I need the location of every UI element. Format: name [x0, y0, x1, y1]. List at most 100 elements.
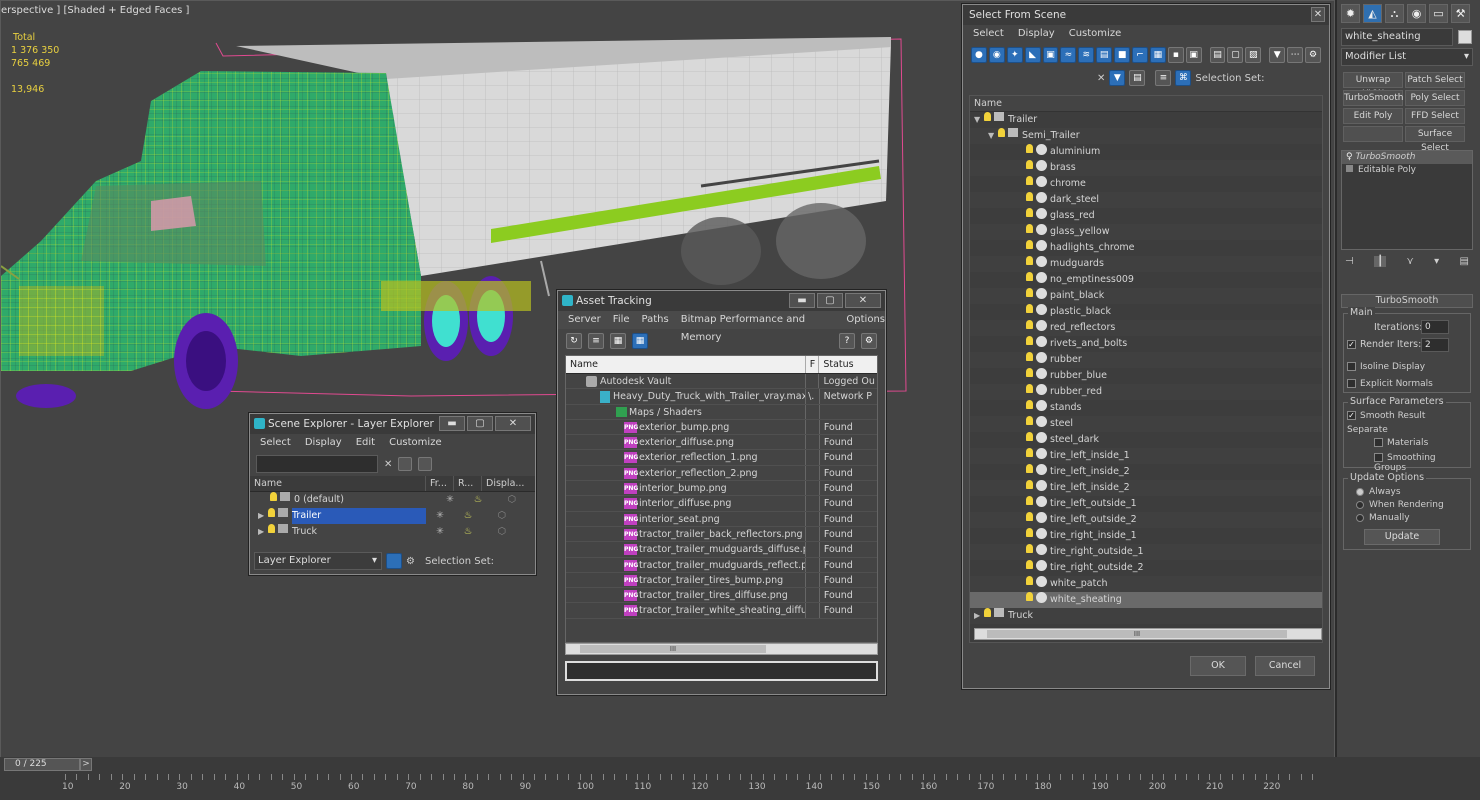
clear-search-icon[interactable]: ✕ [1097, 73, 1105, 84]
layer-row[interactable]: ▶ Truck ✳ ♨ ⬡ [250, 524, 535, 540]
menu-options[interactable]: Options [846, 311, 885, 329]
expand-icon[interactable] [1016, 512, 1026, 528]
asset-row[interactable]: PNGtractor_trailer_white_sheating_diffus… [566, 603, 877, 619]
object-color-swatch[interactable] [1458, 30, 1472, 44]
layer-row[interactable]: 0 (default) ✳ ♨ ⬡ [250, 492, 535, 508]
visibility-bulb-icon[interactable] [1026, 448, 1033, 457]
configure-sets-icon[interactable]: ▤ [1460, 256, 1469, 267]
col-asset-name[interactable]: Name [566, 356, 806, 373]
minimize-button[interactable]: ▬ [439, 416, 465, 431]
visibility-bulb-icon[interactable] [1026, 544, 1033, 553]
visibility-bulb-icon[interactable] [1026, 528, 1033, 537]
visibility-bulb-icon[interactable] [1026, 288, 1033, 297]
scene-tree-item[interactable]: aluminium [970, 144, 1322, 160]
display-frozen-icon[interactable]: ▦ [1149, 47, 1166, 63]
select-invert-icon[interactable]: ▧ [1245, 47, 1262, 63]
scene-tree-item[interactable]: stands [970, 400, 1322, 416]
expand-icon[interactable] [1016, 144, 1026, 160]
visibility-bulb-icon[interactable] [984, 112, 991, 121]
asset-row[interactable]: PNGinterior_seat.png Found [566, 511, 877, 527]
filter-icon[interactable]: ▤ [1129, 70, 1146, 86]
time-slider[interactable]: 0 / 225 [4, 758, 80, 771]
clear-search-icon[interactable]: ✕ [384, 459, 392, 470]
render-teapot-icon[interactable]: ♨ [454, 508, 482, 524]
grid-view-icon[interactable]: ▦ [632, 333, 648, 349]
maximize-button[interactable]: ▢ [817, 293, 843, 308]
asset-hscrollbar[interactable]: III [565, 643, 878, 655]
hierarchy-icon[interactable]: ⌘ [1175, 70, 1192, 86]
asset-row[interactable]: PNGexterior_diffuse.png Found [566, 435, 877, 451]
visibility-bulb-icon[interactable] [1026, 256, 1033, 265]
layer-row[interactable]: ▶ Trailer ✳ ♨ ⬡ [250, 508, 535, 524]
layer-search-input[interactable] [256, 455, 378, 473]
scene-tree-item[interactable]: ▼ Semi_Trailer [970, 128, 1322, 144]
col-freeze[interactable]: Fr... [426, 476, 454, 491]
scene-tree-item[interactable]: tire_left_inside_1 [970, 448, 1322, 464]
scene-tree-item[interactable]: chrome [970, 176, 1322, 192]
display-box-icon[interactable]: ⬡ [482, 524, 522, 540]
unwrap-uvw-button[interactable]: Unwrap UVW [1343, 72, 1403, 99]
asset-row[interactable]: PNGtractor_trailer_mudguards_reflect.png… [566, 557, 877, 573]
expand-icon[interactable] [1016, 480, 1026, 496]
display-shapes-icon[interactable]: ◉ [988, 47, 1005, 63]
minimize-button[interactable]: ▬ [789, 293, 815, 308]
menu-customize[interactable]: Customize [1069, 25, 1122, 43]
scene-tree-item[interactable]: plastic_black [970, 304, 1322, 320]
visibility-bulb-icon[interactable] [1026, 176, 1033, 185]
scene-tree-item[interactable]: tire_left_outside_1 [970, 496, 1322, 512]
scene-tree-item[interactable]: red_reflectors [970, 320, 1322, 336]
find-icon[interactable] [398, 457, 413, 471]
scene-tree-item[interactable]: ▶ Truck [970, 608, 1322, 624]
poly-select-button[interactable]: Poly Select [1405, 90, 1465, 106]
visibility-bulb-icon[interactable] [1026, 384, 1033, 393]
asset-tracking-titlebar[interactable]: Asset Tracking ▬ ▢ ✕ [558, 291, 885, 311]
asset-row[interactable]: Autodesk Vault Logged Ou [566, 374, 877, 390]
layer-explorer-titlebar[interactable]: Scene Explorer - Layer Explorer ▬ ▢ ✕ [250, 414, 535, 434]
visibility-bulb-icon[interactable] [1026, 480, 1033, 489]
sfs-search-input[interactable] [971, 69, 1093, 87]
visibility-bulb-icon[interactable] [1026, 560, 1033, 569]
expand-icon[interactable]: ▶ [258, 524, 268, 540]
ffd-select-button[interactable]: FFD Select [1405, 108, 1465, 124]
stack-item-editable-poly[interactable]: Editable Poly [1342, 164, 1472, 177]
menu-customize[interactable]: Customize [389, 434, 442, 452]
expand-icon[interactable] [1016, 208, 1026, 224]
layer-explorer-window[interactable]: Scene Explorer - Layer Explorer ▬ ▢ ✕ Se… [249, 413, 536, 575]
menu-select[interactable]: Select [973, 25, 1004, 43]
display-helpers-icon[interactable]: ▣ [1042, 47, 1059, 63]
scene-tree-item[interactable]: dark_steel [970, 192, 1322, 208]
freeze-icon[interactable]: ✳ [436, 492, 464, 508]
pin-stack-icon[interactable]: ⊣ [1345, 256, 1354, 267]
col-render[interactable]: R... [454, 476, 482, 491]
expand-icon[interactable] [1016, 464, 1026, 480]
visibility-bulb-icon[interactable] [268, 508, 275, 517]
asset-row[interactable]: PNGinterior_bump.png Found [566, 481, 877, 497]
scene-tree-item[interactable]: ▼ Trailer [970, 112, 1322, 128]
expand-icon[interactable] [1016, 368, 1026, 384]
display-geometry-icon[interactable]: ● [971, 47, 987, 63]
asset-row[interactable]: PNGexterior_reflection_2.png Found [566, 465, 877, 482]
select-from-scene-window[interactable]: Select From Scene ✕ Select Display Custo… [962, 4, 1330, 689]
surface-select-button[interactable]: Surface Select [1405, 126, 1465, 153]
find-case-icon[interactable]: ⋯ [1287, 47, 1304, 63]
remove-modifier-icon[interactable]: ▾ [1434, 256, 1439, 267]
render-teapot-icon[interactable]: ♨ [464, 492, 492, 508]
stack-item-turbosmooth[interactable]: ♀ TurboSmooth [1342, 151, 1472, 164]
filter-funnel-icon[interactable]: ▼ [1269, 47, 1286, 63]
expand-icon[interactable] [1016, 304, 1026, 320]
isoline-display-checkbox[interactable] [1347, 362, 1356, 371]
visibility-bulb-icon[interactable] [1026, 432, 1033, 441]
expand-icon[interactable] [1016, 528, 1026, 544]
render-teapot-icon[interactable]: ♨ [454, 524, 482, 540]
filter-icon[interactable] [418, 457, 433, 471]
menu-file[interactable]: File [613, 311, 630, 329]
col-display[interactable]: Displa... [482, 476, 524, 491]
display-hidden-icon[interactable]: ▪ [1167, 47, 1184, 63]
scene-tree-item[interactable]: white_patch [970, 576, 1322, 592]
visibility-bulb-icon[interactable] [268, 524, 275, 533]
asset-row[interactable]: PNGtractor_trailer_mudguards_diffuse.png… [566, 542, 877, 558]
expand-icon[interactable] [1016, 192, 1026, 208]
expand-icon[interactable] [1016, 560, 1026, 576]
asset-scroll-thumb[interactable]: III [580, 645, 766, 653]
asset-row[interactable]: PNGtractor_trailer_back_reflectors.png Fo… [566, 526, 877, 543]
